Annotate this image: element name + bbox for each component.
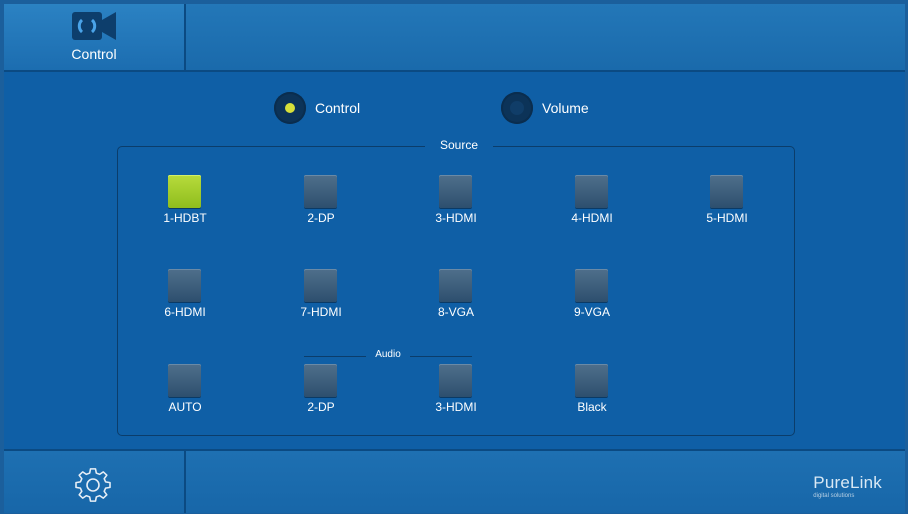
source-button-label: 9-VGA bbox=[573, 305, 610, 319]
mode-control-radio[interactable]: Control bbox=[274, 91, 360, 125]
source-button-label: 6-HDMI bbox=[164, 305, 206, 319]
source-button-indicator[interactable] bbox=[710, 175, 743, 208]
audio-divider-left bbox=[304, 356, 366, 357]
audio-button-3-hdmi[interactable]: 3-HDMI bbox=[401, 364, 511, 418]
source-button-9-vga[interactable]: 9-VGA bbox=[537, 269, 647, 323]
source-button-5-hdmi[interactable]: 5-HDMI bbox=[672, 175, 782, 229]
source-button-label: 2-DP bbox=[307, 211, 335, 225]
source-button-label: 8-VGA bbox=[437, 305, 474, 319]
audio-button-label: 2-DP bbox=[307, 400, 335, 414]
source-button-label: 1-HDBT bbox=[163, 211, 207, 225]
black-button-indicator[interactable] bbox=[575, 364, 608, 397]
source-button-7-hdmi[interactable]: 7-HDMI bbox=[266, 269, 376, 323]
source-button-indicator[interactable] bbox=[575, 269, 608, 302]
source-button-1-hdbt[interactable]: 1-HDBT bbox=[130, 175, 240, 229]
source-legend: Source bbox=[425, 138, 493, 152]
audio-button-indicator[interactable] bbox=[439, 364, 472, 397]
bottom-bar: PureLink digital solutions bbox=[4, 449, 905, 513]
source-button-indicator[interactable] bbox=[168, 269, 201, 302]
audio-button-indicator[interactable] bbox=[168, 364, 201, 397]
camera-sync-icon bbox=[72, 12, 116, 40]
top-bar: Control bbox=[4, 4, 905, 72]
tab-control[interactable]: Control bbox=[4, 4, 186, 70]
settings-button[interactable] bbox=[4, 451, 186, 513]
source-button-label: 5-HDMI bbox=[706, 211, 748, 225]
mode-control-label: Control bbox=[315, 100, 361, 116]
source-button-indicator[interactable] bbox=[575, 175, 608, 208]
source-button-6-hdmi[interactable]: 6-HDMI bbox=[130, 269, 240, 323]
audio-divider-right bbox=[410, 356, 472, 357]
audio-button-indicator[interactable] bbox=[304, 364, 337, 397]
source-button-indicator[interactable] bbox=[168, 175, 201, 208]
source-button-4-hdmi[interactable]: 4-HDMI bbox=[537, 175, 647, 229]
audio-button-2-dp[interactable]: 2-DP bbox=[266, 364, 376, 418]
brand-tagline: digital solutions bbox=[813, 493, 855, 499]
black-button-label: Black bbox=[577, 400, 607, 414]
touch-panel: Control Control Volume Source 1-HDBT 2-D… bbox=[4, 4, 905, 513]
source-button-label: 4-HDMI bbox=[571, 211, 613, 225]
brand-logo: PureLink digital solutions bbox=[813, 473, 882, 499]
source-button-indicator[interactable] bbox=[304, 269, 337, 302]
source-button-3-hdmi[interactable]: 3-HDMI bbox=[401, 175, 511, 229]
radio-control[interactable] bbox=[274, 92, 306, 124]
audio-button-label: AUTO bbox=[168, 400, 202, 414]
source-button-indicator[interactable] bbox=[439, 269, 472, 302]
source-button-indicator[interactable] bbox=[304, 175, 337, 208]
mode-volume-label: Volume bbox=[542, 100, 589, 116]
tab-control-label: Control bbox=[71, 46, 117, 62]
source-button-label: 7-HDMI bbox=[300, 305, 342, 319]
black-button[interactable]: Black bbox=[537, 364, 647, 418]
source-button-label: 3-HDMI bbox=[435, 211, 477, 225]
audio-button-label: 3-HDMI bbox=[435, 400, 477, 414]
source-button-8-vga[interactable]: 8-VGA bbox=[401, 269, 511, 323]
radio-volume[interactable] bbox=[501, 92, 533, 124]
source-button-indicator[interactable] bbox=[439, 175, 472, 208]
radio-unselected-dot bbox=[510, 101, 524, 115]
audio-label: Audio bbox=[375, 349, 401, 360]
mode-volume-radio[interactable]: Volume bbox=[501, 91, 589, 125]
audio-button-auto[interactable]: AUTO bbox=[130, 364, 240, 418]
gear-icon[interactable] bbox=[75, 468, 111, 504]
source-button-2-dp[interactable]: 2-DP bbox=[266, 175, 376, 229]
brand-name: PureLink bbox=[813, 473, 882, 492]
radio-selected-dot bbox=[285, 103, 295, 113]
